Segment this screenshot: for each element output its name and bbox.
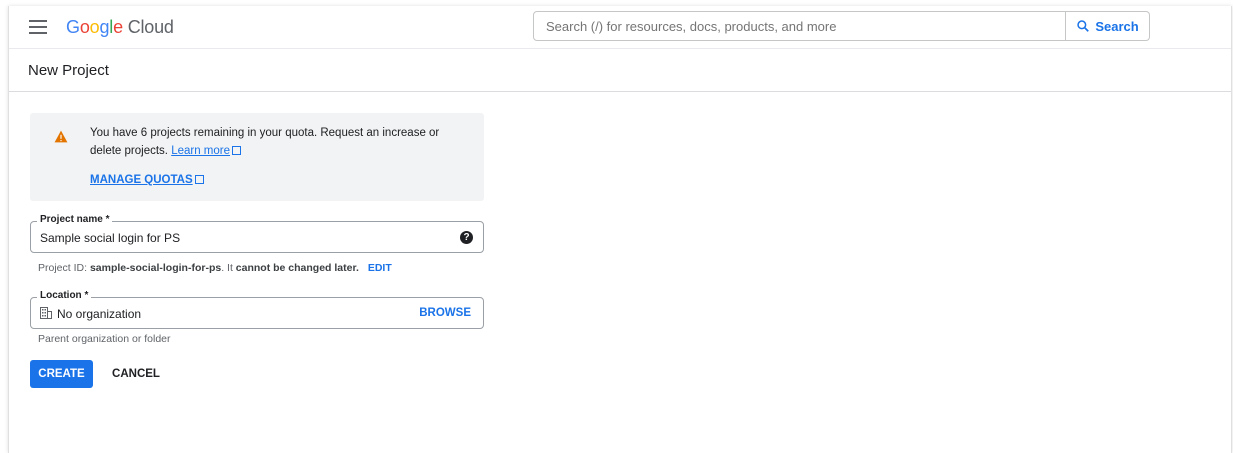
quota-notice: You have 6 projects remaining in your qu…: [30, 113, 484, 201]
google-cloud-logo[interactable]: Google Cloud: [66, 17, 174, 38]
top-bar: Google Cloud Search: [9, 6, 1231, 49]
external-link-icon: [232, 146, 242, 155]
manage-quotas-link[interactable]: MANAGE QUOTAS: [90, 174, 204, 186]
project-id-warning: cannot be changed later.: [235, 262, 359, 274]
help-icon[interactable]: ?: [460, 231, 473, 244]
project-name-label: Project name *: [37, 214, 113, 225]
location-value: No organization: [57, 307, 142, 321]
search-button-label: Search: [1095, 18, 1139, 34]
building-icon: [40, 307, 52, 319]
quota-message: You have 6 projects remaining in your qu…: [90, 127, 440, 157]
page-header: New Project: [9, 49, 1231, 92]
menu-icon[interactable]: [29, 20, 47, 34]
search-icon: [1077, 20, 1090, 32]
page-title: New Project: [28, 62, 109, 79]
search-button[interactable]: Search: [1066, 11, 1150, 41]
location-hint: Parent organization or folder: [38, 333, 171, 345]
project-name-value[interactable]: Sample social login for PS: [40, 231, 180, 245]
external-link-icon: [194, 175, 204, 184]
window: Google Cloud Search New Project You have…: [8, 6, 1232, 453]
browse-button[interactable]: BROWSE: [419, 307, 471, 319]
search-input[interactable]: [533, 11, 1066, 41]
logo-cloud: Cloud: [127, 17, 174, 37]
warning-icon: [54, 130, 68, 143]
quota-notice-text: You have 6 projects remaining in your qu…: [90, 124, 460, 160]
location-field[interactable]: Location * No organization BROWSE: [30, 290, 484, 329]
cancel-button[interactable]: CANCEL: [105, 360, 167, 388]
project-name-field[interactable]: Project name * Sample social login for P…: [30, 214, 484, 253]
edit-project-id-link[interactable]: EDIT: [368, 262, 392, 274]
logo-google: Google: [66, 17, 123, 37]
learn-more-link[interactable]: Learn more: [171, 145, 242, 157]
project-id-hint: Project ID: sample-social-login-for-ps. …: [38, 262, 392, 274]
create-button[interactable]: CREATE: [30, 360, 93, 388]
location-label: Location *: [37, 290, 92, 301]
project-id: sample-social-login-for-ps: [89, 262, 222, 274]
